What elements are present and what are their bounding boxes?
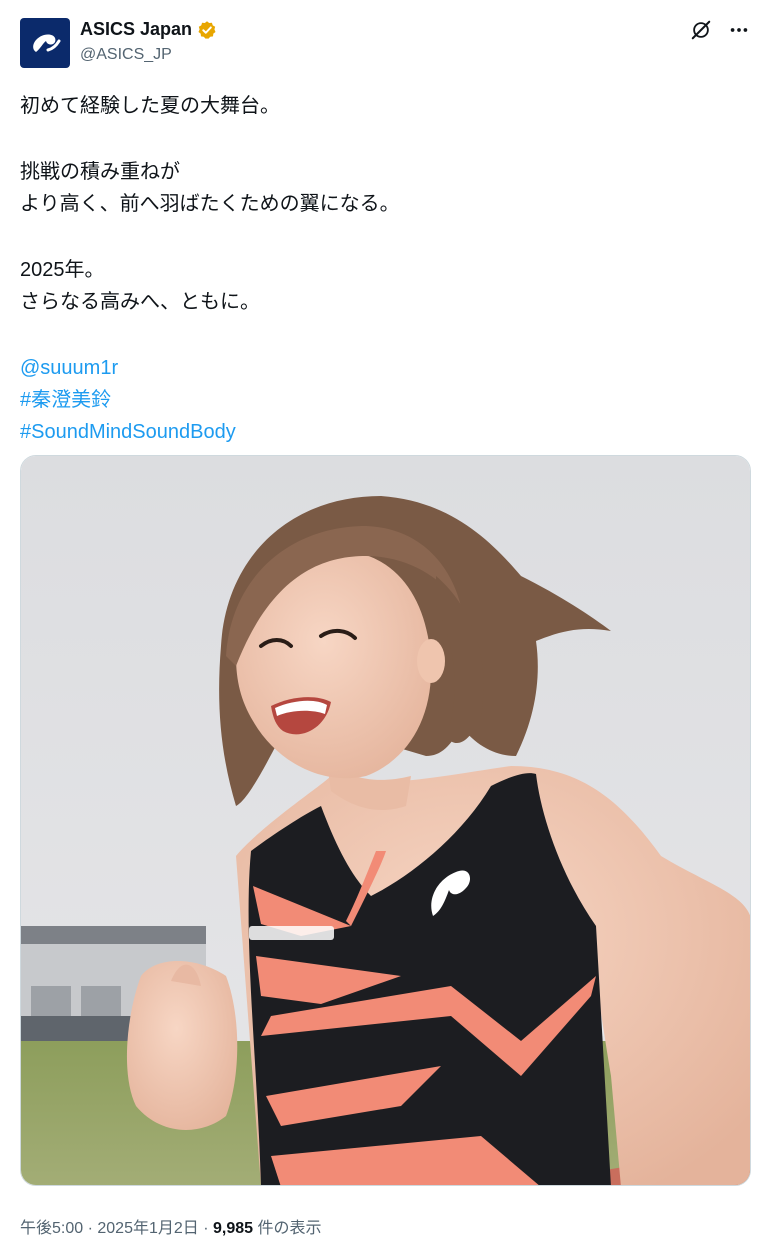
verified-badge-icon[interactable] bbox=[197, 20, 217, 40]
post-text: 初めて経験した夏の大舞台。 挑戦の積み重ねが より高く、前へ羽ばたくための翼にな… bbox=[20, 90, 740, 448]
post-line: さらなる高みへ、ともに。 bbox=[20, 291, 260, 313]
post-toolbar bbox=[689, 18, 751, 42]
asics-logo-icon bbox=[33, 34, 61, 52]
runner-photo bbox=[21, 456, 750, 1185]
separator: · bbox=[198, 1220, 213, 1237]
post-meta: 午後5:00 · 2025年1月2日 · 9,985 件の表示 bbox=[20, 1214, 322, 1238]
view-count: 9,985 bbox=[213, 1220, 254, 1237]
account-handle[interactable]: @ASICS_JP bbox=[80, 46, 172, 64]
post-time[interactable]: 午後5:00 bbox=[20, 1220, 83, 1237]
separator: · bbox=[83, 1220, 98, 1237]
display-name[interactable]: ASICS Japan bbox=[80, 19, 192, 40]
grok-icon[interactable] bbox=[689, 18, 713, 42]
post-date[interactable]: 2025年1月2日 bbox=[97, 1220, 198, 1237]
view-count-label: 件の表示 bbox=[253, 1220, 322, 1237]
mention-link[interactable]: @suuum1r bbox=[20, 357, 118, 379]
post-line: 挑戦の積み重ねが bbox=[20, 161, 180, 183]
hashtag-link[interactable]: #秦澄美鈴 bbox=[20, 389, 111, 411]
avatar[interactable] bbox=[20, 18, 70, 68]
more-icon[interactable] bbox=[727, 18, 751, 42]
post-line: 初めて経験した夏の大舞台。 bbox=[20, 95, 280, 117]
hashtag-link[interactable]: #SoundMindSoundBody bbox=[20, 421, 236, 443]
post-line: 2025年。 bbox=[20, 259, 105, 281]
post-line: より高く、前へ羽ばたくための翼になる。 bbox=[20, 193, 400, 215]
post-photo[interactable] bbox=[20, 455, 751, 1186]
account-name-row: ASICS Japan bbox=[80, 19, 217, 40]
